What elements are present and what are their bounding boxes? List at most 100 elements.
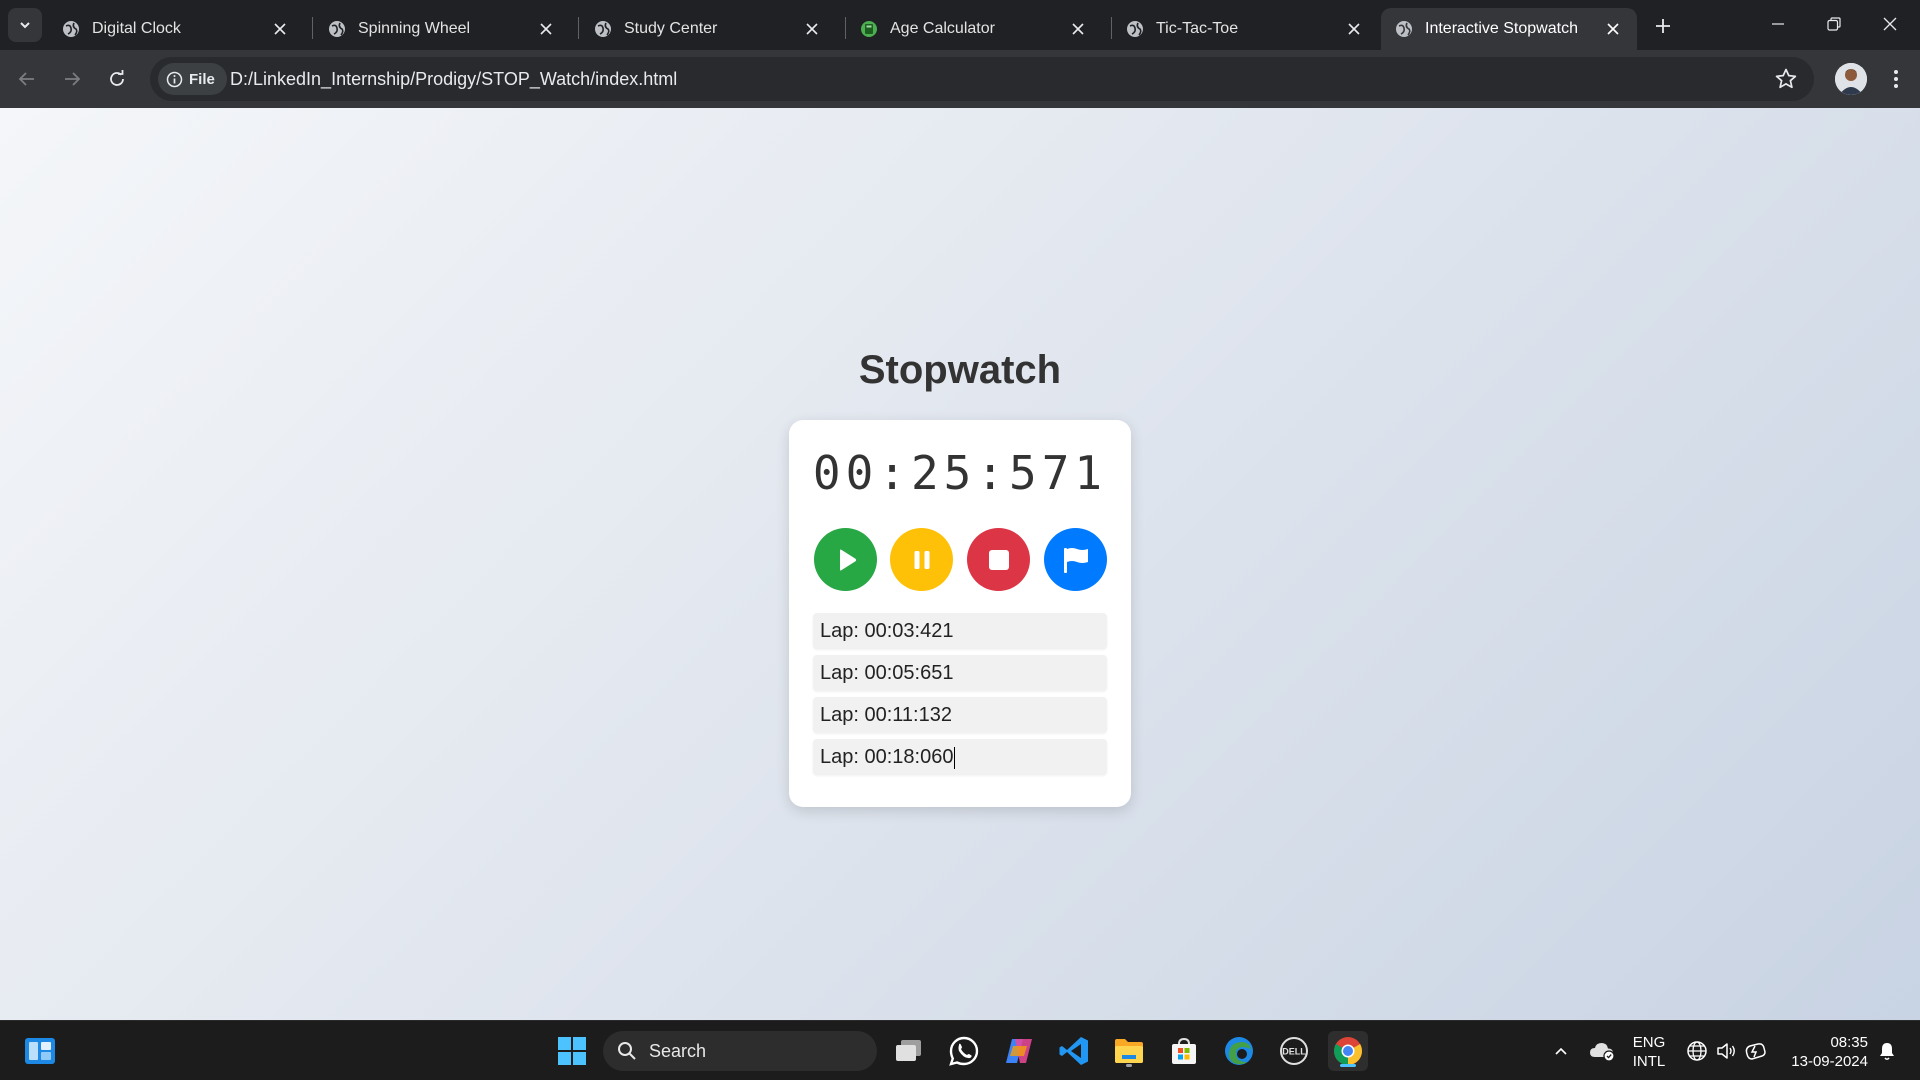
pause-button[interactable]	[890, 528, 953, 591]
lap-item-text: Lap: 00:18:060	[820, 746, 954, 768]
widgets-button[interactable]	[20, 1031, 60, 1071]
edge-icon	[1225, 1037, 1253, 1065]
text-cursor	[954, 746, 956, 769]
browser-menu-button[interactable]	[1879, 62, 1913, 96]
profile-avatar-image	[1835, 63, 1867, 95]
speaker-icon	[1717, 1043, 1735, 1059]
vscode-button[interactable]	[1054, 1031, 1094, 1071]
tab-label: Interactive Stopwatch	[1425, 20, 1578, 37]
task-view-icon	[896, 1040, 921, 1061]
taskbar-search[interactable]: Search	[603, 1031, 877, 1071]
back-button[interactable]	[10, 62, 44, 96]
edge-button[interactable]	[1219, 1031, 1259, 1071]
close-tab-icon[interactable]	[536, 19, 556, 39]
tab-interactive-stopwatch[interactable]: Interactive Stopwatch	[1381, 8, 1637, 50]
whatsapp-button[interactable]	[944, 1031, 984, 1071]
arrow-right-icon	[65, 72, 81, 86]
clock-time: 08:35	[1830, 1034, 1868, 1051]
minimize-button[interactable]	[1750, 0, 1806, 48]
vscode-icon	[1059, 1037, 1088, 1065]
tab-separator	[578, 17, 579, 39]
lap-item: Lap: 00:11:132	[813, 697, 1107, 733]
chevron-down-icon	[20, 22, 30, 29]
restore-button[interactable]	[1806, 0, 1862, 48]
lap-button[interactable]	[1044, 528, 1107, 591]
microsoft-store-button[interactable]	[1164, 1031, 1204, 1071]
input-language[interactable]: ENG INTL	[1628, 1033, 1670, 1071]
tab-study-center[interactable]: Study Center	[580, 8, 836, 50]
notifications-button[interactable]	[1870, 1031, 1904, 1071]
start-button[interactable]	[552, 1031, 592, 1071]
battery-button[interactable]	[1738, 1031, 1772, 1071]
globe-icon	[1127, 21, 1143, 37]
tab-label: Spinning Wheel	[358, 20, 471, 37]
close-tab-icon[interactable]	[802, 19, 822, 39]
dell-logo-icon: DELL	[1280, 1037, 1308, 1065]
folder-icon	[1115, 1039, 1143, 1063]
tab-search-button[interactable]	[8, 8, 42, 42]
onedrive-button[interactable]	[1584, 1031, 1620, 1071]
flag-icon	[1063, 547, 1088, 573]
tab-digital-clock[interactable]: Digital Clock	[48, 8, 304, 50]
chrome-button[interactable]	[1328, 1031, 1368, 1071]
pause-icon	[914, 550, 929, 569]
svg-text:DELL: DELL	[1282, 1047, 1306, 1057]
lap-item-last: Lap: 00:18:060	[813, 739, 1107, 775]
globe-icon	[329, 21, 345, 37]
tab-label: Digital Clock	[92, 20, 181, 37]
profile-avatar[interactable]	[1835, 63, 1867, 95]
clock[interactable]: 08:35 13-09-2024	[1778, 1033, 1868, 1071]
tab-label: Tic-Tac-Toe	[1156, 20, 1239, 37]
bookmark-star-icon[interactable]	[1774, 67, 1798, 91]
copilot-icon	[1006, 1039, 1032, 1063]
file-explorer-button[interactable]	[1109, 1031, 1149, 1071]
new-tab-button[interactable]	[1648, 11, 1678, 41]
reload-icon	[110, 70, 124, 86]
lap-item: Lap: 00:03:421	[813, 613, 1107, 649]
active-indicator	[1340, 1064, 1356, 1067]
forward-button[interactable]	[55, 62, 89, 96]
time-display: 00:25:571	[812, 446, 1108, 500]
arrow-left-icon	[18, 72, 34, 86]
task-view-button[interactable]	[889, 1031, 929, 1071]
more-vertical-icon	[1894, 70, 1898, 88]
globe-network-icon	[1687, 1041, 1707, 1061]
close-tab-icon[interactable]	[1344, 19, 1364, 39]
whatsapp-icon	[949, 1036, 979, 1066]
windows-taskbar: Search DELL ENG INTL 08:35 13-09-2024	[0, 1020, 1920, 1080]
play-icon	[839, 549, 856, 570]
restore-icon	[1827, 17, 1841, 31]
tab-separator	[312, 17, 313, 39]
running-indicator	[1126, 1064, 1132, 1067]
copilot-button[interactable]	[999, 1031, 1039, 1071]
info-icon	[166, 71, 183, 87]
browser-toolbar: File D:/LinkedIn_Internship/Prodigy/STOP…	[0, 50, 1920, 108]
keyboard-layout-label: INTL	[1632, 1053, 1666, 1070]
language-label: ENG	[1632, 1034, 1666, 1051]
close-tab-icon[interactable]	[270, 19, 290, 39]
clock-date: 13-09-2024	[1791, 1053, 1868, 1070]
address-bar[interactable]: File D:/LinkedIn_Internship/Prodigy/STOP…	[150, 57, 1814, 101]
globe-icon	[63, 21, 79, 37]
stop-button[interactable]	[967, 528, 1030, 591]
reload-button[interactable]	[100, 62, 134, 96]
site-info-chip[interactable]: File	[158, 63, 227, 95]
tab-tic-tac-toe[interactable]: Tic-Tac-Toe	[1112, 8, 1378, 50]
show-hidden-icons-button[interactable]	[1543, 1031, 1579, 1071]
battery-charging-icon	[1745, 1043, 1766, 1060]
close-icon	[1883, 17, 1897, 31]
close-window-button[interactable]	[1862, 0, 1918, 48]
tab-label: Study Center	[624, 20, 718, 37]
close-tab-icon[interactable]	[1603, 19, 1623, 39]
tab-age-calculator[interactable]: Age Calculator	[846, 8, 1102, 50]
globe-icon	[595, 21, 611, 37]
site-info-label: File	[189, 70, 215, 88]
start-button[interactable]	[814, 528, 877, 591]
stopwatch-card: 00:25:571 Lap: 00:03:421 Lap: 00:05:651 …	[789, 420, 1131, 807]
widgets-icon	[25, 1038, 55, 1064]
dell-button[interactable]: DELL	[1274, 1031, 1314, 1071]
url-text[interactable]: D:/LinkedIn_Internship/Prodigy/STOP_Watc…	[230, 69, 677, 90]
tab-spinning-wheel[interactable]: Spinning Wheel	[314, 8, 570, 50]
close-tab-icon[interactable]	[1068, 19, 1088, 39]
tab-strip: Digital Clock Spinning Wheel Study Cente…	[0, 0, 1920, 50]
